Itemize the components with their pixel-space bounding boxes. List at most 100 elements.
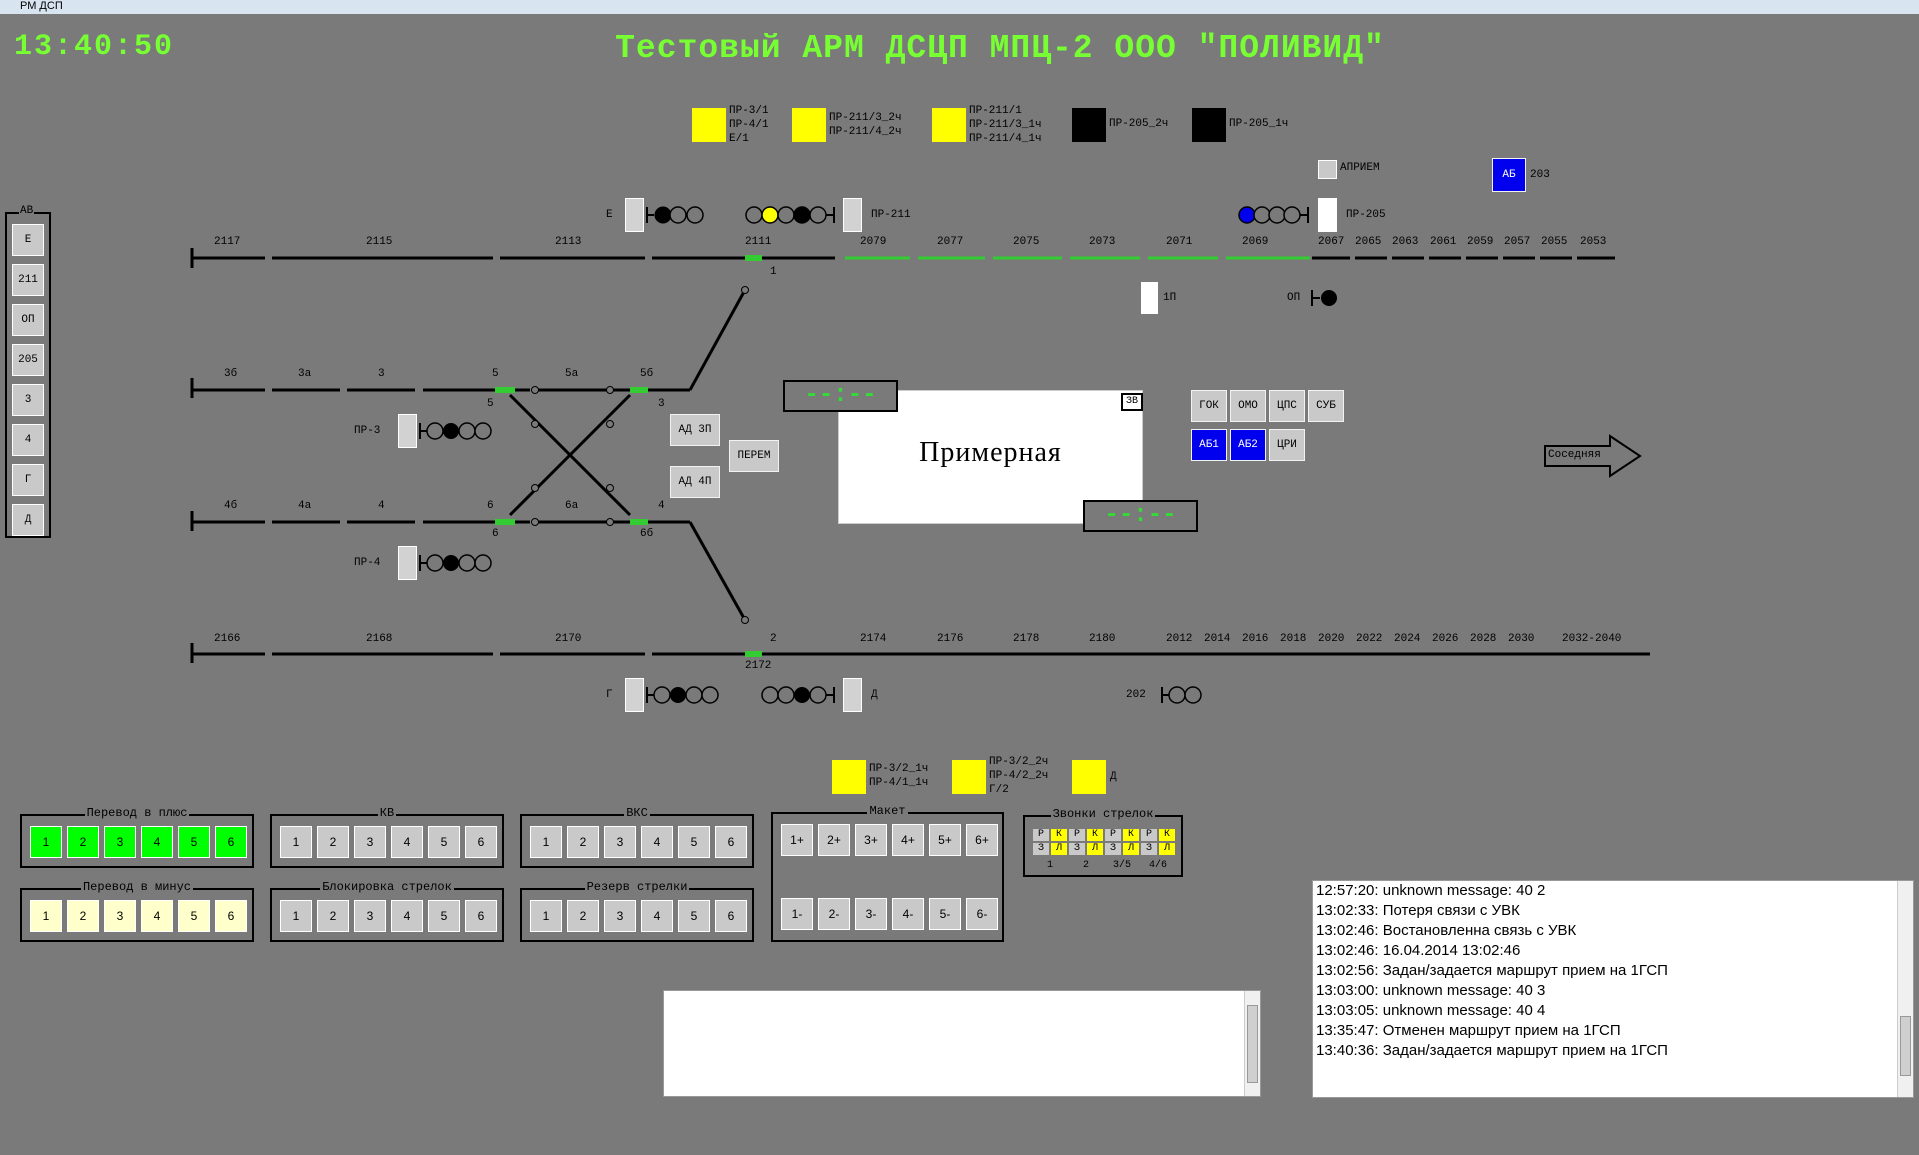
cri-button[interactable]: ЦРИ bbox=[1269, 429, 1305, 461]
bell-top[interactable]: Р bbox=[1141, 829, 1157, 841]
kv-button-3[interactable]: 3 bbox=[354, 826, 386, 858]
bell-bottom[interactable]: З bbox=[1033, 843, 1049, 855]
bell-top[interactable]: К bbox=[1159, 829, 1175, 841]
kv-button-1[interactable]: 1 bbox=[280, 826, 312, 858]
av-button-205[interactable]: 205 bbox=[12, 344, 44, 376]
bell-top[interactable]: К bbox=[1051, 829, 1067, 841]
block-button-3[interactable]: 3 bbox=[354, 900, 386, 932]
vks-button-5[interactable]: 5 bbox=[678, 826, 710, 858]
signal-button-1p[interactable] bbox=[1141, 282, 1158, 314]
neighbor-label[interactable]: Соседняя bbox=[1548, 449, 1601, 461]
reserve-button-4[interactable]: 4 bbox=[641, 900, 673, 932]
signal-button-e[interactable] bbox=[625, 198, 644, 232]
maket-minus-3[interactable]: 3- bbox=[855, 898, 887, 930]
event-log[interactable]: 12:57:20: unknown message: 40 2 13:02:33… bbox=[1312, 880, 1914, 1098]
av-button-211[interactable]: 211 bbox=[12, 264, 44, 296]
vks-button-1[interactable]: 1 bbox=[530, 826, 562, 858]
omo-button[interactable]: ОМО bbox=[1230, 390, 1266, 422]
perem-button[interactable]: ПЕРЕМ bbox=[729, 440, 779, 472]
vks-button-3[interactable]: 3 bbox=[604, 826, 636, 858]
reserve-button-5[interactable]: 5 bbox=[678, 900, 710, 932]
bell-bottom[interactable]: Л bbox=[1123, 843, 1139, 855]
plus-button-5[interactable]: 5 bbox=[178, 826, 210, 858]
minus-button-3[interactable]: 3 bbox=[104, 900, 136, 932]
maket-minus-4[interactable]: 4- bbox=[892, 898, 924, 930]
maket-minus-1[interactable]: 1- bbox=[781, 898, 813, 930]
kv-button-2[interactable]: 2 bbox=[317, 826, 349, 858]
scrollbar[interactable] bbox=[1244, 991, 1260, 1096]
signal-button-pr3[interactable] bbox=[398, 414, 417, 448]
reserve-button-6[interactable]: 6 bbox=[715, 900, 747, 932]
signal-button-d[interactable] bbox=[843, 678, 862, 712]
ad-4p-button[interactable]: АД 4П bbox=[670, 466, 720, 498]
av-button-op[interactable]: ОП bbox=[12, 304, 44, 336]
zv-button[interactable]: ЗВ bbox=[1121, 393, 1143, 411]
minus-button-2[interactable]: 2 bbox=[67, 900, 99, 932]
maket-plus-5[interactable]: 5+ bbox=[929, 824, 961, 856]
bell-bottom[interactable]: З bbox=[1105, 843, 1121, 855]
cps-button[interactable]: ЦПС bbox=[1269, 390, 1305, 422]
bell-top[interactable]: К bbox=[1123, 829, 1139, 841]
sub-button[interactable]: СУБ bbox=[1308, 390, 1344, 422]
maket-plus-1[interactable]: 1+ bbox=[781, 824, 813, 856]
block-button-5[interactable]: 5 bbox=[428, 900, 460, 932]
bell-bottom[interactable]: Л bbox=[1051, 843, 1067, 855]
vks-button-2[interactable]: 2 bbox=[567, 826, 599, 858]
bell-top[interactable]: Р bbox=[1069, 829, 1085, 841]
ad-3p-button[interactable]: АД 3П bbox=[670, 414, 720, 446]
bell-top[interactable]: Р bbox=[1033, 829, 1049, 841]
track-label: 2071 bbox=[1166, 236, 1193, 248]
reserve-button-3[interactable]: 3 bbox=[604, 900, 636, 932]
vks-button-4[interactable]: 4 bbox=[641, 826, 673, 858]
kv-button-5[interactable]: 5 bbox=[428, 826, 460, 858]
maket-minus-5[interactable]: 5- bbox=[929, 898, 961, 930]
block-button-1[interactable]: 1 bbox=[280, 900, 312, 932]
maket-plus-6[interactable]: 6+ bbox=[966, 824, 998, 856]
signal-button-g[interactable] bbox=[625, 678, 644, 712]
av-button-d[interactable]: Д bbox=[12, 504, 44, 536]
signal-button-pr211[interactable] bbox=[843, 198, 862, 232]
bell-bottom[interactable]: З bbox=[1141, 843, 1157, 855]
av-button-4[interactable]: 4 bbox=[12, 424, 44, 456]
maket-plus-4[interactable]: 4+ bbox=[892, 824, 924, 856]
block-button-4[interactable]: 4 bbox=[391, 900, 423, 932]
minus-button-1[interactable]: 1 bbox=[30, 900, 62, 932]
minus-button-5[interactable]: 5 bbox=[178, 900, 210, 932]
maket-plus-2[interactable]: 2+ bbox=[818, 824, 850, 856]
kv-button-4[interactable]: 4 bbox=[391, 826, 423, 858]
plus-button-2[interactable]: 2 bbox=[67, 826, 99, 858]
maket-plus-3[interactable]: 3+ bbox=[855, 824, 887, 856]
apriem-indicator[interactable] bbox=[1318, 160, 1337, 179]
reserve-button-1[interactable]: 1 bbox=[530, 900, 562, 932]
ab2-button[interactable]: АБ2 bbox=[1230, 429, 1266, 461]
maket-minus-6[interactable]: 6- bbox=[966, 898, 998, 930]
kv-button-6[interactable]: 6 bbox=[465, 826, 497, 858]
plus-button-3[interactable]: 3 bbox=[104, 826, 136, 858]
block-button-2[interactable]: 2 bbox=[317, 900, 349, 932]
bell-bottom[interactable]: З bbox=[1069, 843, 1085, 855]
signal-button-pr4[interactable] bbox=[398, 546, 417, 580]
bell-bottom[interactable]: Л bbox=[1087, 843, 1103, 855]
plus-button-4[interactable]: 4 bbox=[141, 826, 173, 858]
ab1-button[interactable]: АБ1 bbox=[1191, 429, 1227, 461]
av-button-e[interactable]: Е bbox=[12, 224, 44, 256]
vks-button-6[interactable]: 6 bbox=[715, 826, 747, 858]
av-button-3[interactable]: 3 bbox=[12, 384, 44, 416]
log-scrollbar[interactable] bbox=[1897, 881, 1913, 1097]
minus-button-4[interactable]: 4 bbox=[141, 900, 173, 932]
bell-top[interactable]: К bbox=[1087, 829, 1103, 841]
reserve-button-2[interactable]: 2 bbox=[567, 900, 599, 932]
plus-button-1[interactable]: 1 bbox=[30, 826, 62, 858]
ab-block-button[interactable]: АБ bbox=[1492, 158, 1526, 192]
block-button-6[interactable]: 6 bbox=[465, 900, 497, 932]
bell-bottom[interactable]: Л bbox=[1159, 843, 1175, 855]
minus-button-6[interactable]: 6 bbox=[215, 900, 247, 932]
bell-top[interactable]: Р bbox=[1105, 829, 1121, 841]
message-input-area[interactable] bbox=[663, 990, 1261, 1097]
signal-button-pr205[interactable] bbox=[1318, 198, 1337, 232]
track-label: 2053 bbox=[1580, 236, 1607, 248]
plus-button-6[interactable]: 6 bbox=[215, 826, 247, 858]
av-button-g[interactable]: Г bbox=[12, 464, 44, 496]
gok-button[interactable]: ГОК bbox=[1191, 390, 1227, 422]
maket-minus-2[interactable]: 2- bbox=[818, 898, 850, 930]
